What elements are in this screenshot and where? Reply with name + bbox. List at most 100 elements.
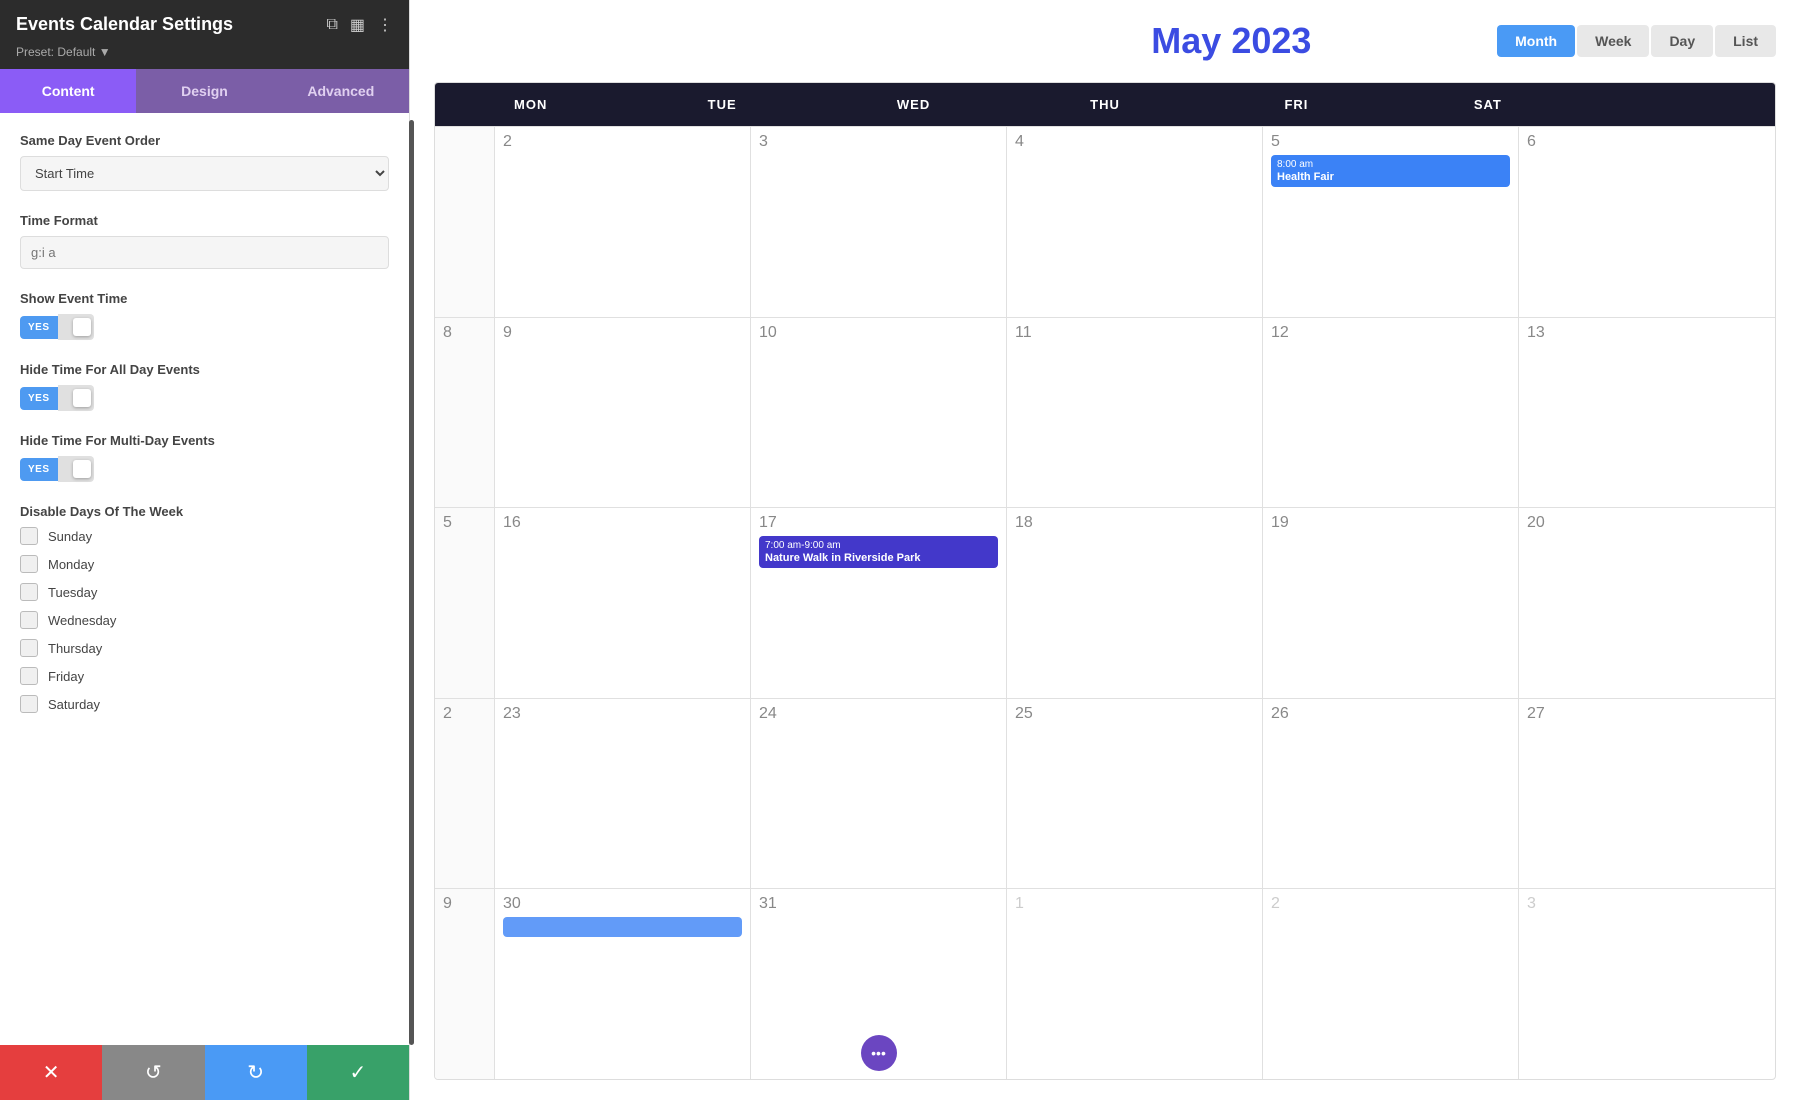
main-area: May 2023 Month Week Day List MON TUE WED… bbox=[410, 0, 1800, 1100]
cancel-button[interactable]: ✕ bbox=[0, 1045, 102, 1100]
cell-may-11[interactable]: 11 bbox=[1007, 318, 1263, 508]
view-list-button[interactable]: List bbox=[1715, 25, 1776, 57]
checkbox-label-tuesday: Tuesday bbox=[48, 585, 97, 600]
checkbox-label-monday: Monday bbox=[48, 557, 94, 572]
time-format-label: Time Format bbox=[20, 213, 389, 228]
cell-may-26[interactable]: 26 bbox=[1263, 699, 1519, 889]
cell-num-6: 6 bbox=[1527, 133, 1767, 151]
checkbox-box-tuesday[interactable] bbox=[20, 583, 38, 601]
cell-num-20: 20 bbox=[1527, 514, 1767, 532]
toggle-yes-label2: YES bbox=[20, 387, 58, 410]
event-may30[interactable] bbox=[503, 917, 742, 937]
cell-num-13: 13 bbox=[1527, 324, 1767, 342]
time-format-input[interactable] bbox=[20, 236, 389, 269]
cell-num-9: 9 bbox=[503, 324, 742, 342]
checkbox-box-saturday[interactable] bbox=[20, 695, 38, 713]
cell-may-28-partial: 9 bbox=[435, 889, 495, 1079]
cell-may-25[interactable]: 25 bbox=[1007, 699, 1263, 889]
toggle-yes-label3: YES bbox=[20, 458, 58, 481]
window-icon[interactable]: ⧉ bbox=[326, 16, 337, 34]
cell-may-13[interactable]: 13 bbox=[1519, 318, 1775, 508]
cell-num-14p: 5 bbox=[443, 514, 486, 532]
day-header-sat: SAT bbox=[1392, 83, 1583, 126]
more-icon[interactable]: ⋮ bbox=[377, 15, 393, 35]
sidebar-tabs: Content Design Advanced bbox=[0, 69, 409, 113]
toggle-switch3[interactable] bbox=[58, 456, 94, 482]
cell-may-31[interactable]: 31 ••• bbox=[751, 889, 1007, 1079]
cell-may-17[interactable]: 17 7:00 am-9:00 am Nature Walk in Rivers… bbox=[751, 508, 1007, 698]
checkbox-tuesday[interactable]: Tuesday bbox=[20, 583, 389, 601]
cell-jun-1[interactable]: 1 bbox=[1007, 889, 1263, 1079]
cell-num-25: 25 bbox=[1015, 705, 1254, 723]
event-nature-walk-time: 7:00 am-9:00 am bbox=[765, 540, 992, 551]
view-week-button[interactable]: Week bbox=[1577, 25, 1649, 57]
disable-days-group: Disable Days Of The Week Sunday Monday T… bbox=[20, 504, 389, 713]
cell-jun-3[interactable]: 3 bbox=[1519, 889, 1775, 1079]
cell-num-18: 18 bbox=[1015, 514, 1254, 532]
toggle-switch2[interactable] bbox=[58, 385, 94, 411]
hide-time-multiday-toggle[interactable]: YES bbox=[20, 456, 389, 482]
cell-may-24[interactable]: 24 bbox=[751, 699, 1007, 889]
redo-button[interactable]: ↻ bbox=[205, 1045, 307, 1100]
show-event-time-toggle[interactable]: YES bbox=[20, 314, 389, 340]
grid-icon[interactable]: ▦ bbox=[350, 15, 365, 35]
checkbox-box-sunday[interactable] bbox=[20, 527, 38, 545]
checkbox-friday[interactable]: Friday bbox=[20, 667, 389, 685]
cell-num-24: 24 bbox=[759, 705, 998, 723]
checkbox-box-friday[interactable] bbox=[20, 667, 38, 685]
checkbox-sunday[interactable]: Sunday bbox=[20, 527, 389, 545]
toggle-switch[interactable] bbox=[58, 314, 94, 340]
hide-time-allday-toggle[interactable]: YES bbox=[20, 385, 389, 411]
cell-may-16[interactable]: 16 bbox=[495, 508, 751, 698]
checkbox-box-monday[interactable] bbox=[20, 555, 38, 573]
checkbox-wednesday[interactable]: Wednesday bbox=[20, 611, 389, 629]
cell-num-jun2: 2 bbox=[1271, 895, 1510, 913]
view-month-button[interactable]: Month bbox=[1497, 25, 1575, 57]
checkbox-label-friday: Friday bbox=[48, 669, 84, 684]
checkbox-box-thursday[interactable] bbox=[20, 639, 38, 657]
save-button[interactable]: ✓ bbox=[307, 1045, 409, 1100]
event-nature-walk[interactable]: 7:00 am-9:00 am Nature Walk in Riverside… bbox=[759, 536, 998, 568]
cell-may-30[interactable]: 30 bbox=[495, 889, 751, 1079]
cell-may-6[interactable]: 6 bbox=[1519, 127, 1775, 317]
cell-num-26: 26 bbox=[1271, 705, 1510, 723]
cell-may-20[interactable]: 20 bbox=[1519, 508, 1775, 698]
cell-may-3[interactable]: 3 bbox=[751, 127, 1007, 317]
cell-num-28p: 9 bbox=[443, 895, 486, 913]
cell-may-21-partial: 2 bbox=[435, 699, 495, 889]
cell-may-9[interactable]: 9 bbox=[495, 318, 751, 508]
day-header-mon: MON bbox=[435, 83, 626, 126]
cell-may-27[interactable]: 27 bbox=[1519, 699, 1775, 889]
cell-may-4[interactable]: 4 bbox=[1007, 127, 1263, 317]
checkbox-box-wednesday[interactable] bbox=[20, 611, 38, 629]
cell-may-14-partial: 5 bbox=[435, 508, 495, 698]
cell-may-10[interactable]: 10 bbox=[751, 318, 1007, 508]
same-day-order-label: Same Day Event Order bbox=[20, 133, 389, 148]
time-format-group: Time Format bbox=[20, 213, 389, 269]
event-health-fair[interactable]: 8:00 am Health Fair bbox=[1271, 155, 1510, 187]
checkbox-saturday[interactable]: Saturday bbox=[20, 695, 389, 713]
cell-jun-2[interactable]: 2 bbox=[1263, 889, 1519, 1079]
calendar-body: 2 3 4 5 8:00 am Health Fair 6 bbox=[435, 126, 1775, 1079]
more-events-button[interactable]: ••• bbox=[861, 1035, 897, 1071]
cell-may-5[interactable]: 5 8:00 am Health Fair bbox=[1263, 127, 1519, 317]
checkbox-monday[interactable]: Monday bbox=[20, 555, 389, 573]
undo-button[interactable]: ↺ bbox=[102, 1045, 204, 1100]
cell-may-23[interactable]: 23 bbox=[495, 699, 751, 889]
cell-may-2[interactable]: 2 bbox=[495, 127, 751, 317]
cell-may-12[interactable]: 12 bbox=[1263, 318, 1519, 508]
cell-may-7-partial: 8 bbox=[435, 318, 495, 508]
cell-may-19[interactable]: 19 bbox=[1263, 508, 1519, 698]
week-4: 2 23 24 25 26 27 bbox=[435, 698, 1775, 889]
cell-num-16: 16 bbox=[503, 514, 742, 532]
checkbox-thursday[interactable]: Thursday bbox=[20, 639, 389, 657]
view-day-button[interactable]: Day bbox=[1651, 25, 1713, 57]
cell-may-18[interactable]: 18 bbox=[1007, 508, 1263, 698]
same-day-order-select[interactable]: Start Time End Time Title bbox=[20, 156, 389, 191]
cell-num-11: 11 bbox=[1015, 324, 1254, 342]
tab-content[interactable]: Content bbox=[0, 69, 136, 113]
sidebar-preset: Preset: Default ▼ bbox=[0, 45, 409, 69]
tab-advanced[interactable]: Advanced bbox=[273, 69, 409, 113]
tab-design[interactable]: Design bbox=[136, 69, 272, 113]
sidebar-title: Events Calendar Settings bbox=[16, 14, 233, 35]
